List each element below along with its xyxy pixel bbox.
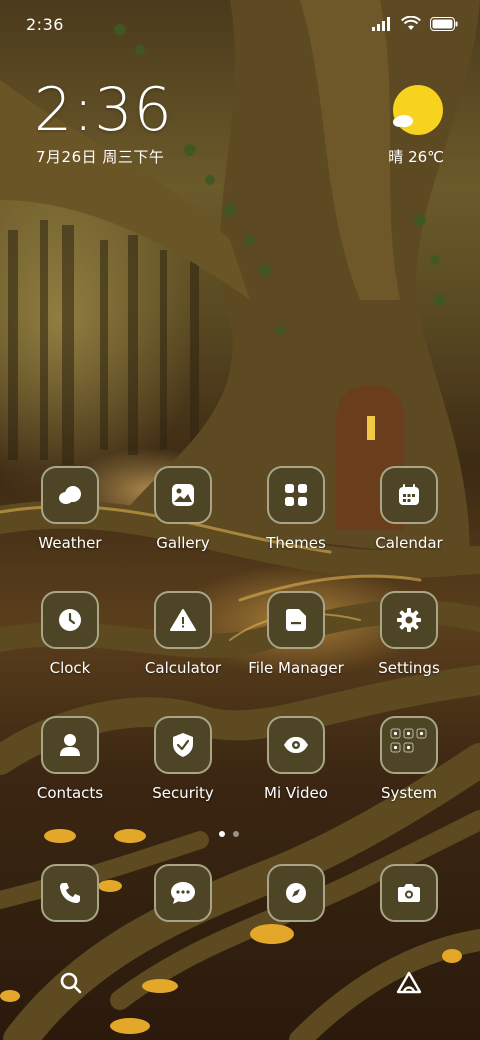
dock-messages[interactable]	[127, 864, 239, 922]
app-system-folder[interactable]: System	[353, 716, 465, 802]
app-calendar[interactable]: Calendar	[353, 466, 465, 552]
weather-summary: 晴 26℃	[388, 146, 444, 167]
app-label: Settings	[378, 659, 440, 677]
app-label: Calculator	[144, 659, 222, 677]
app-label: Gallery	[156, 534, 210, 552]
app-settings[interactable]: Settings	[353, 591, 465, 677]
messages-icon	[154, 864, 212, 922]
battery-icon	[430, 16, 458, 35]
phone-icon	[41, 864, 99, 922]
dock-phone[interactable]	[14, 864, 126, 922]
app-security[interactable]: Security	[127, 716, 239, 802]
contacts-icon	[41, 716, 99, 774]
page-dot-current	[219, 831, 225, 837]
app-mi-video[interactable]: Mi Video	[240, 716, 352, 802]
status-icons	[372, 15, 458, 35]
calculator-icon	[154, 591, 212, 649]
app-label: File Manager	[248, 659, 344, 677]
app-themes[interactable]: Themes	[240, 466, 352, 552]
app-weather[interactable]: Weather	[14, 466, 126, 552]
system-folder-icon	[380, 716, 438, 774]
app-file-manager[interactable]: File Manager	[240, 591, 352, 677]
gallery-icon	[154, 466, 212, 524]
app-clock[interactable]: Clock	[14, 591, 126, 677]
browser-icon	[267, 864, 325, 922]
weather-temperature: 26℃	[408, 148, 444, 166]
app-contacts[interactable]: Contacts	[14, 716, 126, 802]
app-label: Contacts	[36, 784, 104, 802]
weather-condition: 晴	[388, 148, 404, 166]
app-vault-icon[interactable]	[394, 968, 424, 998]
sunny-cloud-icon[interactable]	[392, 84, 444, 136]
app-gallery[interactable]: Gallery	[127, 466, 239, 552]
app-label: Weather	[38, 534, 102, 552]
status-time: 2:36	[26, 15, 64, 34]
clock-widget-date: 7月26日 周三下午	[36, 148, 165, 166]
dock-browser[interactable]	[240, 864, 352, 922]
app-calculator[interactable]: Calculator	[127, 591, 239, 677]
dock-camera[interactable]	[353, 864, 465, 922]
page-dot	[233, 831, 239, 837]
app-label: System	[381, 784, 437, 802]
file-manager-icon	[267, 591, 325, 649]
app-label: Mi Video	[264, 784, 328, 802]
wifi-icon	[401, 15, 421, 35]
clock-icon	[41, 591, 99, 649]
app-label: Clock	[49, 659, 91, 677]
calendar-icon	[380, 466, 438, 524]
page-indicator	[219, 831, 239, 837]
app-label: Security	[152, 784, 214, 802]
camera-icon	[380, 864, 438, 922]
weather-icon	[41, 466, 99, 524]
mi-video-icon	[267, 716, 325, 774]
settings-icon	[380, 591, 438, 649]
security-icon	[154, 716, 212, 774]
search-icon[interactable]	[56, 968, 86, 998]
signal-icon	[372, 16, 392, 35]
app-label: Calendar	[375, 534, 443, 552]
app-label: Themes	[266, 534, 326, 552]
status-bar: 2:36	[0, 0, 480, 48]
clock-widget-time[interactable]: 2:36	[34, 78, 173, 142]
themes-icon	[267, 466, 325, 524]
